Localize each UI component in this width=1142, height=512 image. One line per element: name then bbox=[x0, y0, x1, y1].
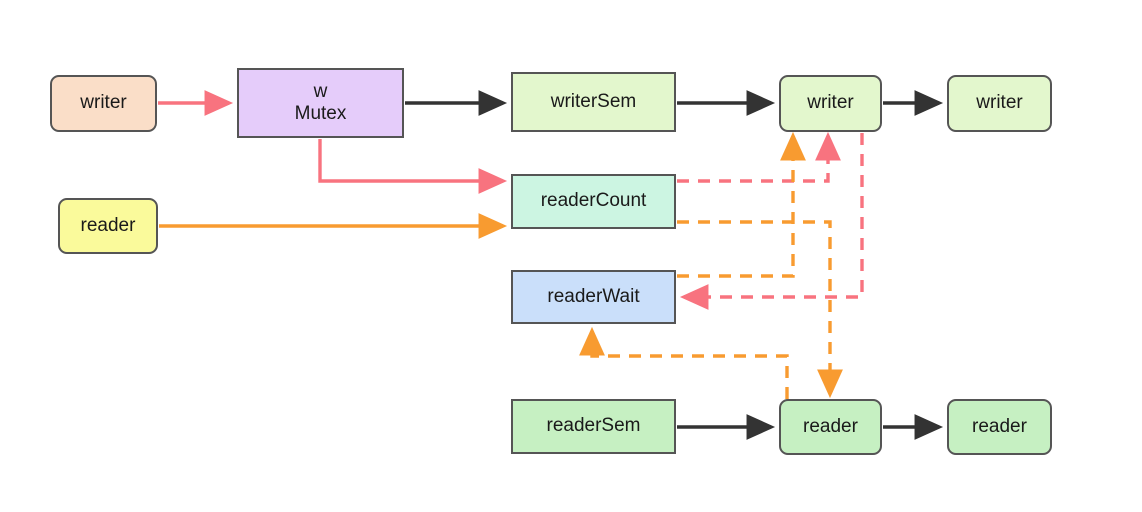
node-label: writer bbox=[80, 92, 127, 114]
node-reader-count[interactable]: readerCount bbox=[511, 174, 676, 229]
edge-readercount-to-writer bbox=[677, 131, 841, 183]
node-writer-sem[interactable]: writerSem bbox=[511, 72, 676, 132]
node-label: readerCount bbox=[540, 190, 647, 212]
node-label: writer bbox=[807, 92, 854, 114]
edge-readerwait-to-writer bbox=[677, 131, 806, 278]
node-label: writerSem bbox=[550, 90, 637, 112]
node-label: writer bbox=[976, 92, 1023, 114]
node-label: readerSem bbox=[546, 415, 641, 437]
node-reader-sem[interactable]: readerSem bbox=[511, 399, 676, 454]
edge-mutex-to-readercount bbox=[318, 139, 508, 194]
edge-readerrun-to-readerwait bbox=[579, 326, 789, 399]
node-writer-run[interactable]: writer bbox=[779, 75, 882, 132]
node-reader-done[interactable]: reader bbox=[947, 399, 1052, 455]
node-label: reader bbox=[80, 214, 136, 236]
node-label: w Mutex bbox=[294, 80, 347, 124]
edge-writer-to-readerwait bbox=[679, 133, 864, 310]
node-w-mutex[interactable]: w Mutex bbox=[237, 68, 404, 138]
edge-readercount-to-readerrun bbox=[677, 220, 843, 399]
node-label: readerWait bbox=[547, 285, 640, 307]
node-reader-wait[interactable]: readerWait bbox=[511, 270, 676, 324]
node-label: reader bbox=[972, 415, 1027, 437]
node-writer-src[interactable]: writer bbox=[50, 75, 157, 132]
node-reader-run[interactable]: reader bbox=[779, 399, 882, 455]
node-reader-src[interactable]: reader bbox=[58, 198, 158, 254]
diagram-canvas: writer w Mutex writerSem writer writer reader… bbox=[0, 0, 1142, 512]
node-writer-done[interactable]: writer bbox=[947, 75, 1052, 132]
node-label: reader bbox=[803, 415, 858, 437]
